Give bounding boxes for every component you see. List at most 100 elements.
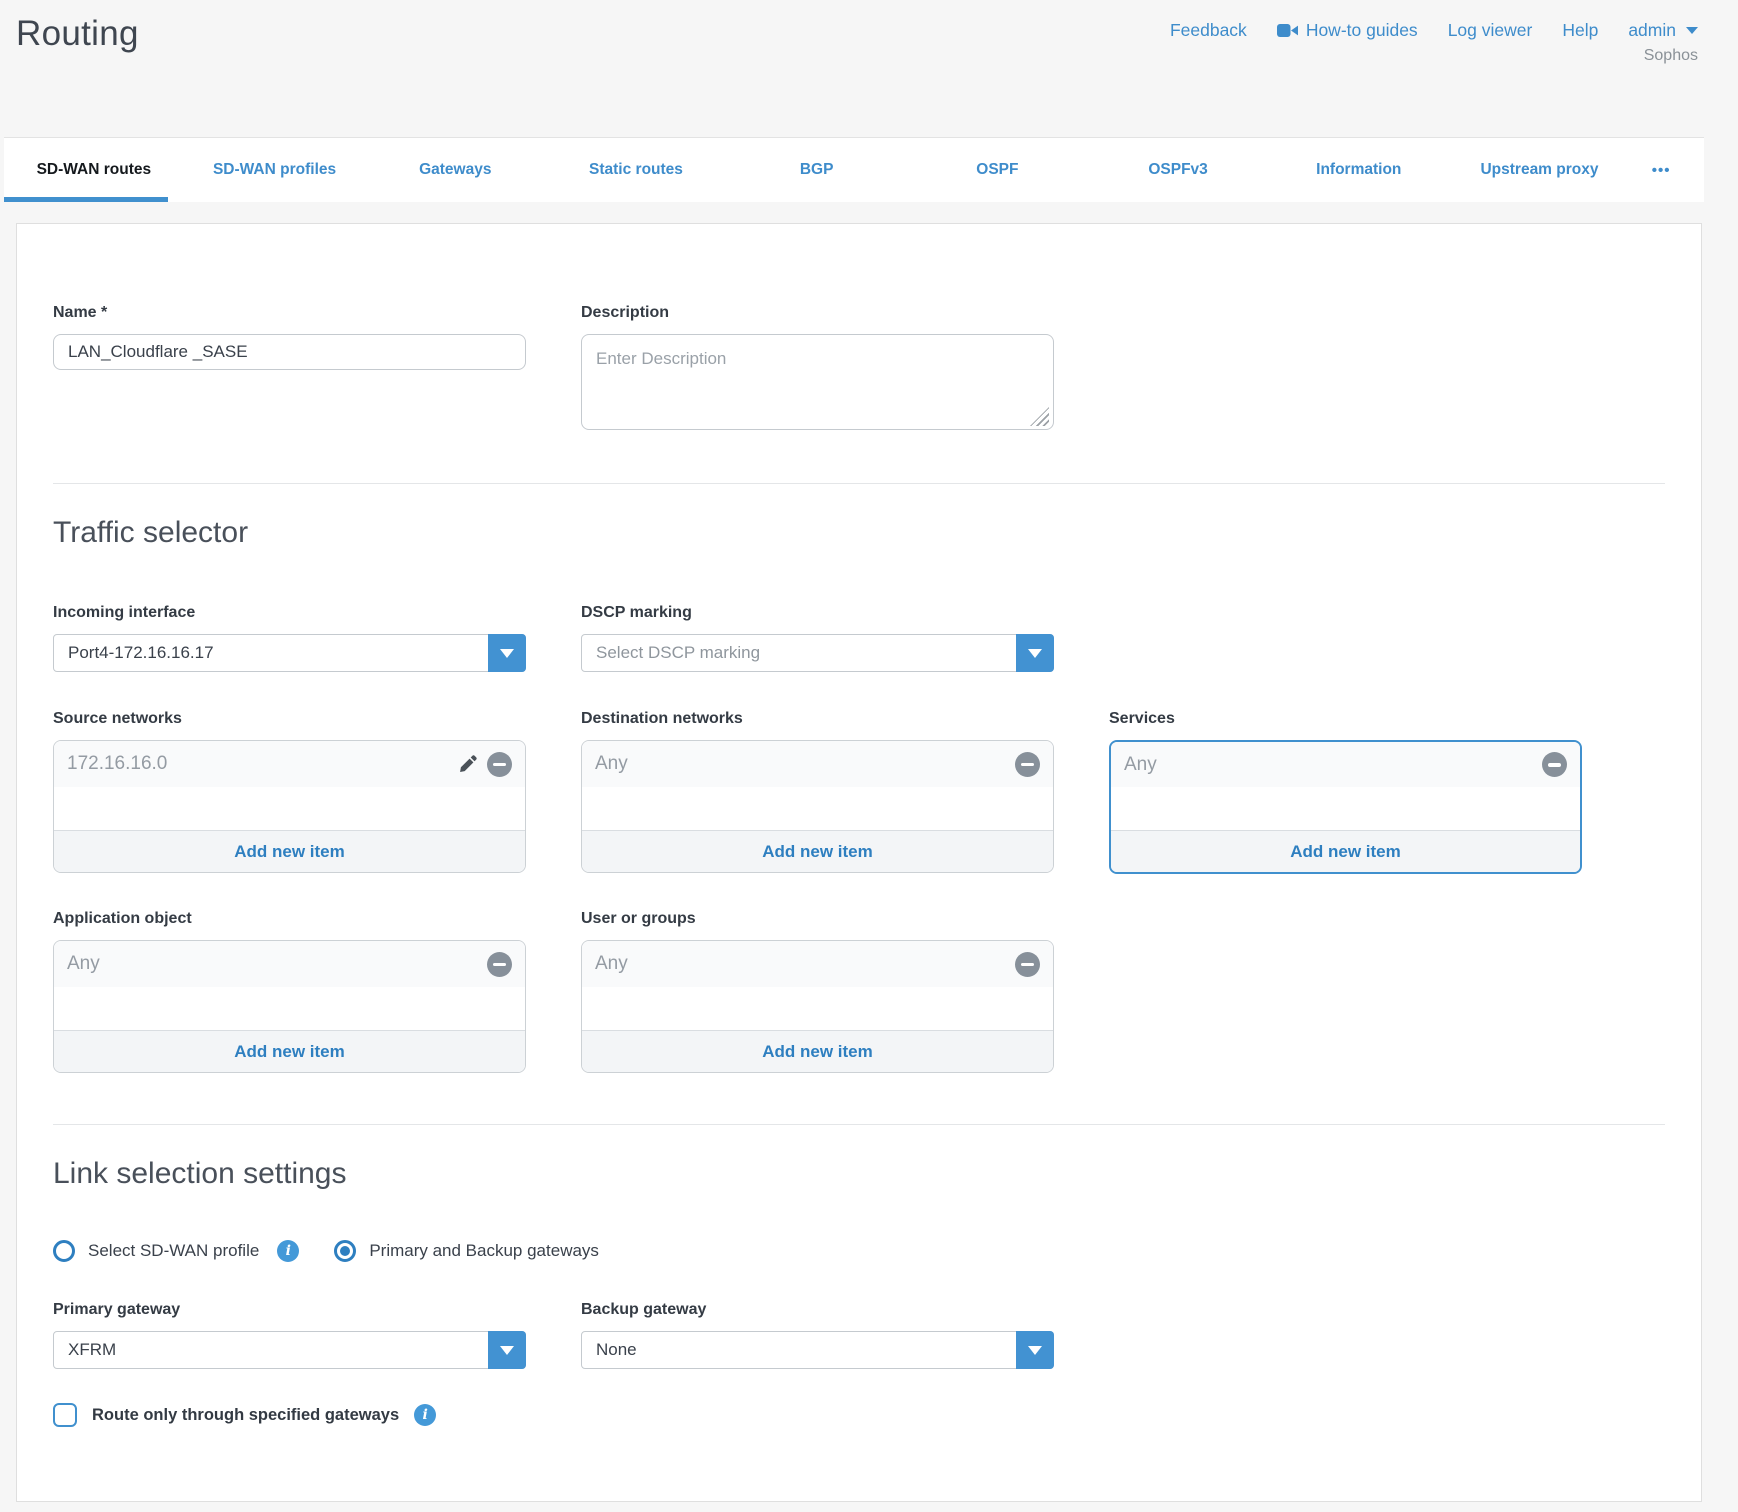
tab-gateways[interactable]: Gateways	[373, 138, 537, 202]
interface-dscp-row: Incoming interface Port4-172.16.16.17 DS…	[53, 604, 1665, 672]
log-viewer-link[interactable]: Log viewer	[1448, 20, 1533, 41]
add-new-item-button[interactable]: Add new item	[1111, 830, 1580, 872]
howto-guides-link[interactable]: How-to guides	[1277, 20, 1418, 41]
application-object-box: Any Add new item	[53, 940, 526, 1073]
name-field-group: Name *	[53, 304, 526, 435]
tab-upstream-proxy[interactable]: Upstream proxy	[1458, 138, 1622, 202]
dropdown-arrow-button[interactable]	[1016, 634, 1054, 672]
tab-bgp[interactable]: BGP	[735, 138, 899, 202]
radio-checked-icon[interactable]	[334, 1240, 356, 1262]
chevron-down-icon	[500, 1346, 514, 1355]
dropdown-arrow-button[interactable]	[488, 1331, 526, 1369]
tab-sdwan-routes[interactable]: SD-WAN routes	[12, 138, 176, 202]
dropdown-arrow-button[interactable]	[1016, 1331, 1054, 1369]
tab-ospfv3[interactable]: OSPFv3	[1096, 138, 1260, 202]
sdwan-route-form: Name * Description Traffic selector Inco…	[16, 223, 1702, 1502]
header-right: Feedback How-to guides Log viewer Help a…	[1170, 14, 1698, 65]
tab-information[interactable]: Information	[1277, 138, 1441, 202]
radio-unchecked-icon[interactable]	[53, 1240, 75, 1262]
application-object-label: Application object	[53, 910, 526, 928]
destination-networks-box: Any Add new item	[581, 740, 1054, 873]
video-camera-icon	[1277, 23, 1298, 38]
backup-gateway-select[interactable]: None	[581, 1331, 1054, 1369]
radio-primary-backup[interactable]: Primary and Backup gateways	[334, 1240, 599, 1262]
edit-pencil-icon[interactable]	[457, 754, 478, 775]
tab-sdwan-profiles[interactable]: SD-WAN profiles	[193, 138, 357, 202]
dropdown-arrow-button[interactable]	[488, 634, 526, 672]
admin-menu[interactable]: admin	[1628, 20, 1698, 41]
list-item: Any	[54, 941, 525, 987]
feedback-label: Feedback	[1170, 20, 1247, 41]
incoming-interface-select[interactable]: Port4-172.16.16.17	[53, 634, 526, 672]
application-users-row: Application object Any Add new item User…	[53, 910, 1665, 1073]
add-new-item-button[interactable]: Add new item	[54, 830, 525, 872]
header-links: Feedback How-to guides Log viewer Help a…	[1170, 20, 1698, 41]
help-label: Help	[1562, 20, 1598, 41]
traffic-selector-title: Traffic selector	[53, 514, 1665, 552]
incoming-interface-group: Incoming interface Port4-172.16.16.17	[53, 604, 526, 672]
link-selection-title: Link selection settings	[53, 1155, 1665, 1193]
services-box: Any Add new item	[1109, 740, 1582, 874]
admin-label: admin	[1628, 20, 1676, 41]
route-only-row: Route only through specified gateways i	[53, 1403, 1665, 1427]
page-title: Routing	[16, 14, 139, 54]
itembox-spacer	[54, 987, 525, 1030]
dscp-select[interactable]: Select DSCP marking	[581, 634, 1054, 672]
list-item: Any	[582, 741, 1053, 787]
itembox-spacer	[54, 787, 525, 830]
primary-gateway-select[interactable]: XFRM	[53, 1331, 526, 1369]
remove-item-icon[interactable]	[1015, 952, 1040, 977]
radio-sdwan-profile[interactable]: Select SD-WAN profile	[53, 1240, 259, 1262]
chevron-down-icon	[1028, 649, 1042, 658]
destination-network-value: Any	[595, 753, 628, 775]
howto-guides-label: How-to guides	[1306, 20, 1418, 41]
description-label: Description	[581, 304, 1054, 322]
destination-networks-label: Destination networks	[581, 710, 1054, 728]
user-groups-box: Any Add new item	[581, 940, 1054, 1073]
description-textarea[interactable]	[581, 334, 1054, 430]
add-new-item-button[interactable]: Add new item	[54, 1030, 525, 1072]
info-icon[interactable]: i	[414, 1404, 436, 1426]
list-item: Any	[1111, 742, 1580, 787]
tab-overflow-menu[interactable]: •••	[1638, 138, 1684, 202]
radio-sdwan-profile-label[interactable]: Select SD-WAN profile	[88, 1241, 259, 1261]
remove-item-icon[interactable]	[487, 752, 512, 777]
source-networks-group: Source networks 172.16.16.0 Add	[53, 710, 526, 874]
caret-down-icon	[1686, 27, 1698, 34]
info-icon[interactable]: i	[277, 1240, 299, 1262]
backup-gateway-value: None	[596, 1340, 637, 1360]
dscp-group: DSCP marking Select DSCP marking	[581, 604, 1054, 672]
chevron-down-icon	[1028, 1346, 1042, 1355]
remove-item-icon[interactable]	[487, 952, 512, 977]
source-networks-box: 172.16.16.0 Add new item	[53, 740, 526, 873]
list-item: Any	[582, 941, 1053, 987]
gateways-row: Primary gateway XFRM Backup gateway None	[53, 1301, 1665, 1369]
incoming-interface-label: Incoming interface	[53, 604, 526, 622]
add-new-item-button[interactable]: Add new item	[582, 830, 1053, 872]
name-input[interactable]	[53, 334, 526, 370]
user-groups-value: Any	[595, 953, 628, 975]
add-new-item-button[interactable]: Add new item	[582, 1030, 1053, 1072]
section-divider	[53, 483, 1665, 484]
name-description-row: Name * Description	[53, 304, 1665, 435]
route-only-label[interactable]: Route only through specified gateways	[92, 1406, 399, 1425]
dscp-label: DSCP marking	[581, 604, 1054, 622]
routing-page: Routing Feedback How-to guides Log viewe…	[0, 0, 1738, 1512]
name-label: Name *	[53, 304, 526, 322]
tab-static-routes[interactable]: Static routes	[554, 138, 718, 202]
itembox-spacer	[582, 787, 1053, 830]
list-item: 172.16.16.0	[54, 741, 525, 787]
radio-primary-backup-label[interactable]: Primary and Backup gateways	[369, 1241, 599, 1261]
help-link[interactable]: Help	[1562, 20, 1598, 41]
tab-ospf[interactable]: OSPF	[916, 138, 1080, 202]
remove-item-icon[interactable]	[1015, 752, 1040, 777]
route-only-checkbox[interactable]	[53, 1403, 77, 1427]
tab-bar: SD-WAN routes SD-WAN profiles Gateways S…	[4, 137, 1704, 202]
remove-item-icon[interactable]	[1542, 752, 1567, 777]
user-groups-group: User or groups Any Add new item	[581, 910, 1054, 1073]
feedback-link[interactable]: Feedback	[1170, 20, 1247, 41]
link-selection-options: Select SD-WAN profile i Primary and Back…	[53, 1240, 1665, 1262]
section-divider	[53, 1124, 1665, 1125]
source-network-value: 172.16.16.0	[67, 753, 167, 775]
application-object-value: Any	[67, 953, 100, 975]
